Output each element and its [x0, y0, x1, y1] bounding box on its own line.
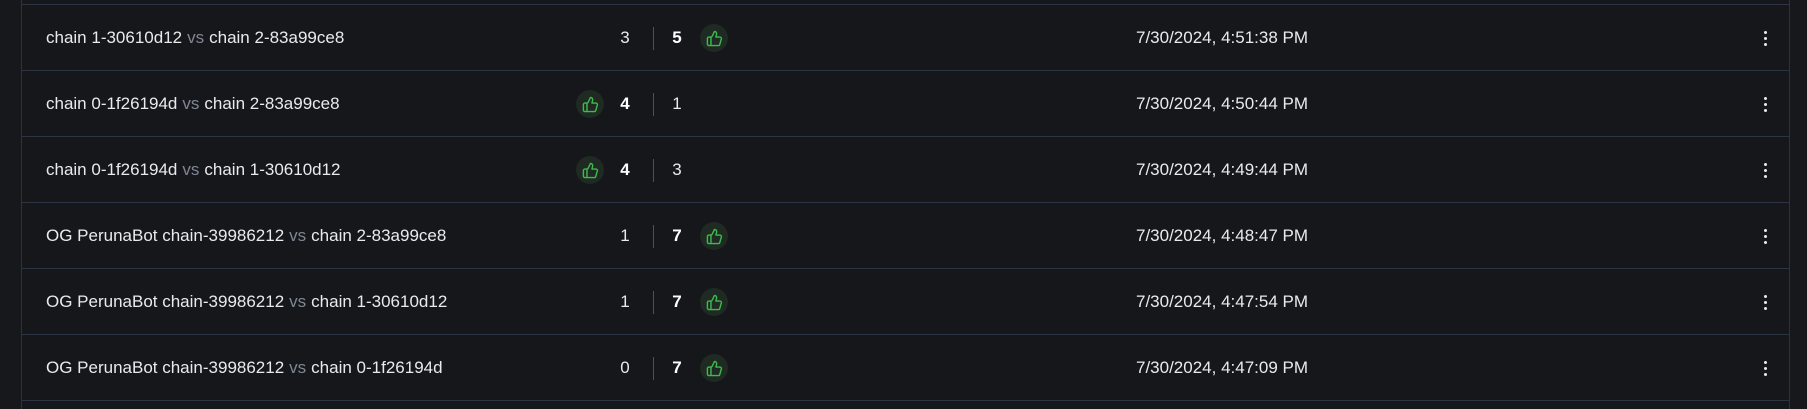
- timestamp: 7/30/2024, 4:50:44 PM: [1136, 94, 1309, 113]
- table-row[interactable]: OG PerunaBot chain-39986212 vs chain 2-83a…: [22, 203, 1789, 269]
- table-row[interactable]: OG PerunaBot chain-39986212 vs chain 0-1f2…: [22, 335, 1789, 401]
- vs-label: vs: [289, 226, 307, 245]
- score-a: 3: [620, 28, 630, 47]
- score-b: 7: [672, 358, 682, 377]
- comparison-table: chain 1-30610d12 vs chain 2-83a99ce8 3 5 7/30…: [21, 0, 1790, 409]
- score-b: 5: [672, 28, 682, 47]
- timestamp: 7/30/2024, 4:47:09 PM: [1136, 358, 1309, 377]
- score-b-group: 1: [670, 71, 684, 137]
- chain-a-name: chain 0-1f26194d: [46, 94, 178, 113]
- chain-a-name: OG PerunaBot chain-39986212: [46, 292, 285, 311]
- score-b-group: 5: [670, 5, 728, 71]
- chain-b-name: chain 1-30610d12: [311, 292, 448, 311]
- table-row[interactable]: OG PerunaBot chain-39986212 vs chain 1-306…: [22, 269, 1789, 335]
- score-a-group: 0: [618, 335, 632, 401]
- comparison-rows: chain 1-30610d12 vs chain 2-83a99ce8 3 5 7/30…: [22, 5, 1789, 401]
- thumbs-up-icon: [576, 90, 604, 118]
- score-a-group: 4: [576, 137, 632, 203]
- score-a: 4: [620, 160, 630, 179]
- chain-b-name: chain 2-83a99ce8: [209, 28, 345, 47]
- kebab-menu-icon[interactable]: [1752, 288, 1778, 316]
- score-divider: [653, 225, 654, 248]
- kebab-menu-icon[interactable]: [1752, 354, 1778, 382]
- chain-b-name: chain 1-30610d12: [204, 160, 341, 179]
- timestamp: 7/30/2024, 4:47:54 PM: [1136, 292, 1309, 311]
- chain-b-name: chain 2-83a99ce8: [311, 226, 447, 245]
- score-b-group: 7: [670, 335, 728, 401]
- matchup-label: OG PerunaBot chain-39986212 vs chain 0-1f2…: [46, 335, 443, 401]
- score-a: 4: [620, 94, 630, 113]
- score-b-group: 7: [670, 203, 728, 269]
- score-b-group: 7: [670, 269, 728, 335]
- score-a: 1: [620, 226, 630, 245]
- score-b: 7: [672, 226, 682, 245]
- score-b: 7: [672, 292, 682, 311]
- table-row[interactable]: chain 1-30610d12 vs chain 2-83a99ce8 3 5 7/30…: [22, 5, 1789, 71]
- chain-a-name: OG PerunaBot chain-39986212: [46, 226, 285, 245]
- matchup-label: chain 1-30610d12 vs chain 2-83a99ce8: [46, 5, 344, 71]
- vs-label: vs: [289, 292, 307, 311]
- score-b: 1: [672, 94, 682, 113]
- thumbs-up-icon: [700, 354, 728, 382]
- timestamp: 7/30/2024, 4:49:44 PM: [1136, 160, 1309, 179]
- timestamp: 7/30/2024, 4:51:38 PM: [1136, 28, 1309, 47]
- score-divider: [653, 27, 654, 50]
- score-b: 3: [672, 160, 682, 179]
- score-a-group: 4: [576, 71, 632, 137]
- thumbs-up-icon: [700, 222, 728, 250]
- thumbs-up-icon: [700, 24, 728, 52]
- score-divider: [653, 357, 654, 380]
- kebab-menu-icon[interactable]: [1752, 156, 1778, 184]
- table-row[interactable]: chain 0-1f26194d vs chain 1-30610d12 4 3 7/30…: [22, 137, 1789, 203]
- chain-b-name: chain 2-83a99ce8: [204, 94, 340, 113]
- score-divider: [653, 93, 654, 116]
- thumbs-up-icon: [576, 156, 604, 184]
- chain-a-name: OG PerunaBot chain-39986212: [46, 358, 285, 377]
- score-a-group: 1: [618, 269, 632, 335]
- score-divider: [653, 159, 654, 182]
- kebab-menu-icon[interactable]: [1752, 90, 1778, 118]
- table-row[interactable]: chain 0-1f26194d vs chain 2-83a99ce8 4 1 7/30…: [22, 71, 1789, 137]
- vs-label: vs: [182, 160, 200, 179]
- matchup-label: chain 0-1f26194d vs chain 2-83a99ce8: [46, 71, 340, 137]
- vs-label: vs: [187, 28, 205, 47]
- vs-label: vs: [289, 358, 307, 377]
- matchup-label: OG PerunaBot chain-39986212 vs chain 1-306…: [46, 269, 447, 335]
- score-b-group: 3: [670, 137, 684, 203]
- matchup-label: chain 0-1f26194d vs chain 1-30610d12: [46, 137, 341, 203]
- score-a-group: 1: [618, 203, 632, 269]
- matchup-label: OG PerunaBot chain-39986212 vs chain 2-83a…: [46, 203, 446, 269]
- timestamp: 7/30/2024, 4:48:47 PM: [1136, 226, 1309, 245]
- kebab-menu-icon[interactable]: [1752, 222, 1778, 250]
- score-divider: [653, 291, 654, 314]
- chain-b-name: chain 0-1f26194d: [311, 358, 443, 377]
- chain-a-name: chain 0-1f26194d: [46, 160, 178, 179]
- vs-label: vs: [182, 94, 200, 113]
- thumbs-up-icon: [700, 288, 728, 316]
- score-a: 1: [620, 292, 630, 311]
- score-a: 0: [620, 358, 630, 377]
- kebab-menu-icon[interactable]: [1752, 24, 1778, 52]
- chain-a-name: chain 1-30610d12: [46, 28, 183, 47]
- score-a-group: 3: [618, 5, 632, 71]
